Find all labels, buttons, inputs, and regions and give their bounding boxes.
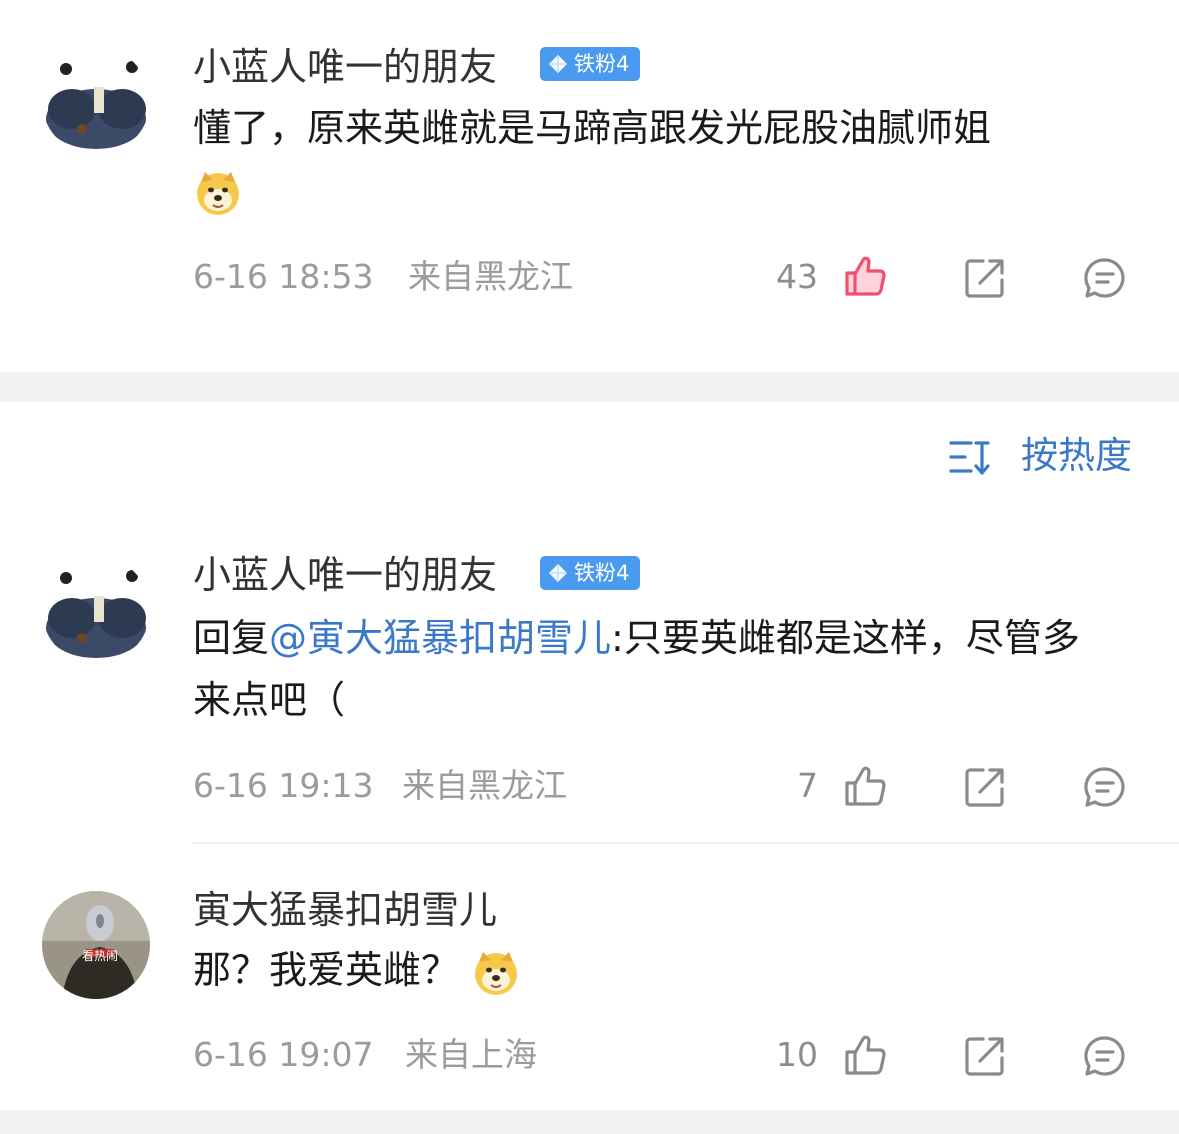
fan-badge-label: 铁粉4 (574, 561, 630, 585)
doge-emoji-icon (471, 948, 521, 998)
avatar-caption: 看热闹 (82, 949, 119, 963)
comment-icon[interactable] (1083, 256, 1127, 300)
avatar[interactable] (42, 556, 150, 664)
comment-location: 来自黑龙江 (408, 257, 573, 296)
share-icon[interactable] (963, 765, 1007, 809)
share-icon[interactable] (963, 256, 1007, 300)
comment-body: 那？我爱英雌？ (193, 948, 460, 992)
comment-text: 那？我爱英雌？ (193, 939, 1103, 1001)
divider (193, 842, 1179, 844)
comment-icon[interactable] (1083, 765, 1127, 809)
username[interactable]: 小蓝人唯一的朋友 (193, 44, 497, 90)
sort-button[interactable]: 按热度 (948, 432, 1148, 482)
comment-text: 懂了，原来英雌就是马蹄高跟发光屁股油腻师姐 (193, 97, 1153, 221)
like-count: 43 (776, 257, 818, 296)
mention-link[interactable]: @寅大猛暴扣胡雪儿 (269, 616, 611, 660)
diamond-icon (548, 563, 568, 583)
username[interactable]: 小蓝人唯一的朋友 (193, 552, 497, 598)
thumbs-up-icon[interactable] (843, 1033, 887, 1077)
section-divider (0, 1110, 1179, 1134)
share-icon[interactable] (963, 1034, 1007, 1078)
like-count: 7 (797, 766, 818, 805)
comment-text: 回复@寅大猛暴扣胡雪儿:只要英雌都是这样，尽管多来点吧（ (193, 607, 1103, 731)
comment-time: 6-16 19:07 (193, 1035, 374, 1074)
comment-icon[interactable] (1083, 1034, 1127, 1078)
fan-badge[interactable]: 铁粉4 (540, 47, 640, 81)
diamond-icon (548, 54, 568, 74)
avatar[interactable]: 看热闹 (42, 891, 150, 999)
thumbs-up-icon[interactable] (843, 254, 887, 298)
comment-time: 6-16 19:13 (193, 766, 374, 805)
fan-badge[interactable]: 铁粉4 (540, 556, 640, 590)
section-divider (0, 372, 1179, 402)
avatar[interactable] (42, 47, 150, 155)
comment-location: 来自上海 (405, 1035, 537, 1074)
username[interactable]: 寅大猛暴扣胡雪儿 (193, 887, 497, 933)
comment-time: 6-16 18:53 (193, 257, 374, 296)
like-count: 10 (776, 1035, 818, 1074)
sort-icon (949, 441, 990, 475)
thumbs-up-icon[interactable] (843, 764, 887, 808)
sort-label: 按热度 (1021, 434, 1132, 477)
comment-location: 来自黑龙江 (402, 766, 567, 805)
fan-badge-label: 铁粉4 (574, 52, 630, 76)
reply-prefix: 回复 (193, 616, 270, 660)
comment-body: 懂了，原来英雌就是马蹄高跟发光屁股油腻师姐 (193, 106, 992, 150)
doge-emoji-icon (193, 168, 243, 218)
